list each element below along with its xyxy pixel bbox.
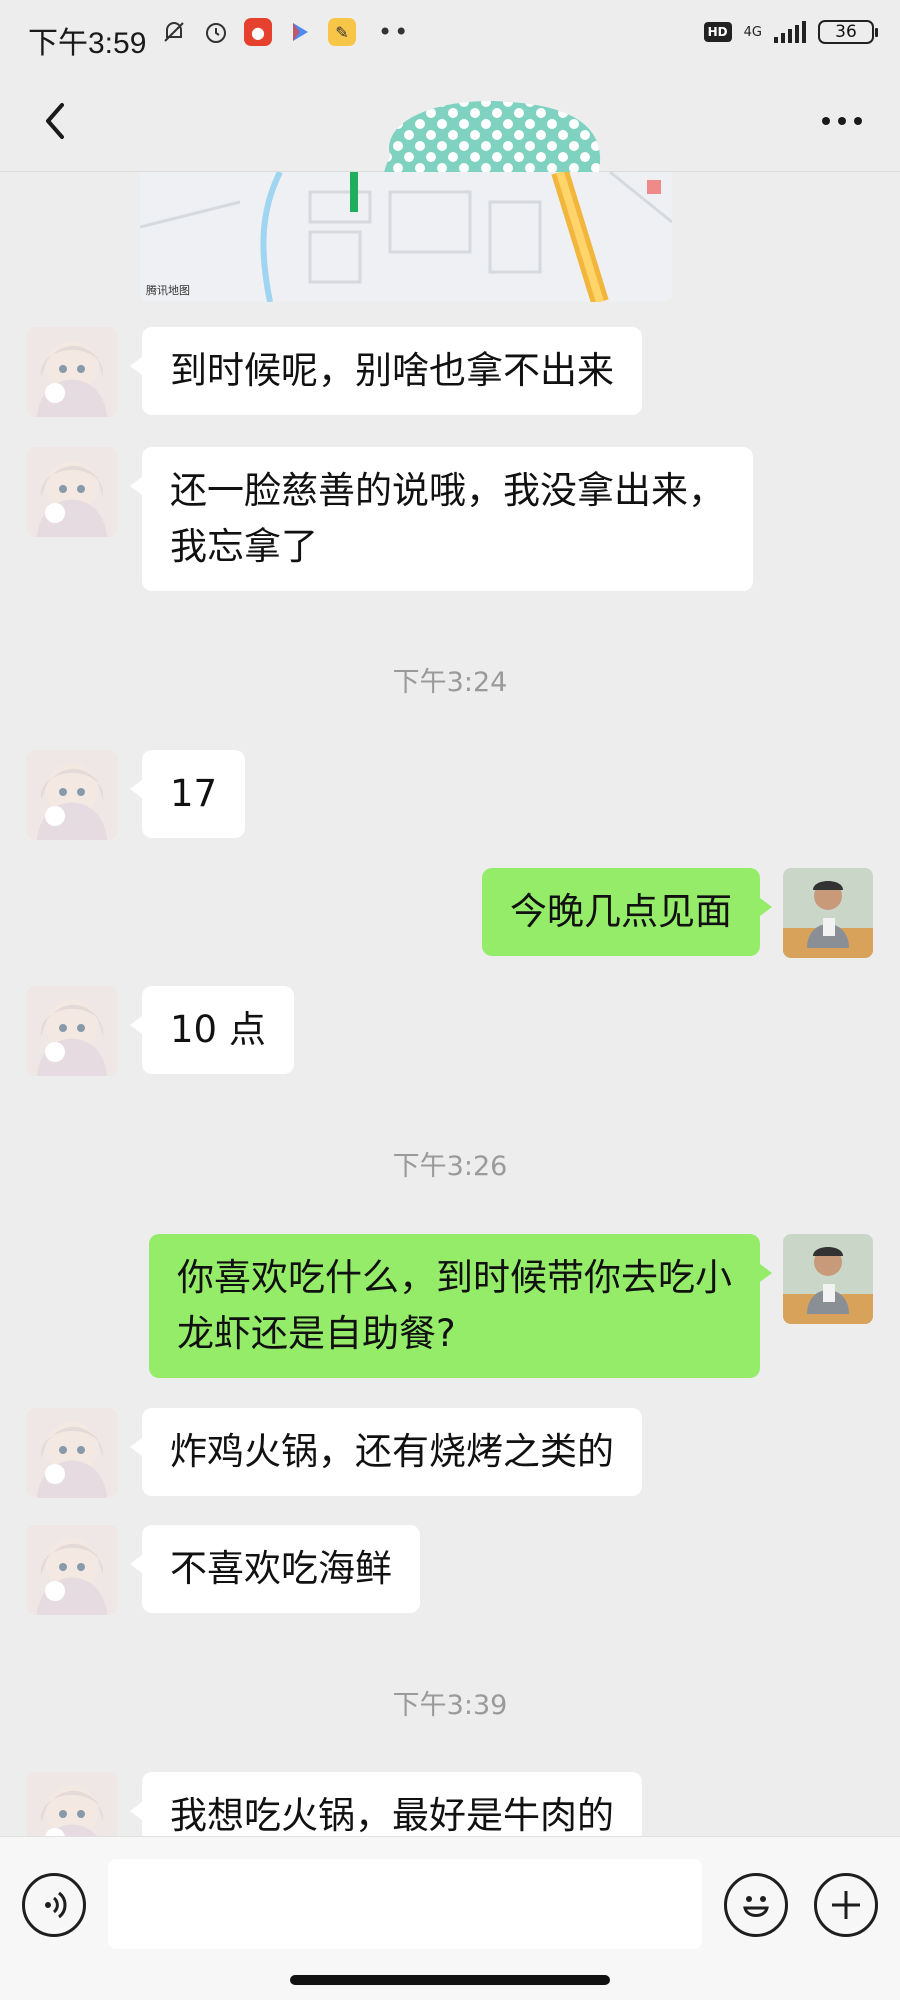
message-line: 龙虾还是自助餐?	[177, 1312, 456, 1355]
incoming-message[interactable]: 我想吃火锅，最好是牛肉的	[130, 1772, 642, 1836]
contact-avatar[interactable]	[27, 750, 117, 840]
more-notifications-icon: ••	[378, 18, 411, 46]
message-line: 还一脸慈善的说哦，我没拿出来，	[170, 469, 725, 512]
timestamp: 下午3:26	[392, 1151, 508, 1182]
app-notification-icon: ●	[244, 18, 272, 46]
message-input[interactable]	[108, 1859, 702, 1949]
contact-avatar[interactable]	[27, 1772, 117, 1836]
chat-header	[0, 76, 900, 243]
map-image	[140, 172, 672, 302]
message-line: 你喜欢吃什么，到时候带你去吃小	[177, 1256, 732, 1299]
back-button[interactable]	[30, 96, 80, 146]
timestamp: 下午3:24	[392, 667, 508, 698]
plus-icon	[832, 1891, 860, 1919]
contact-avatar[interactable]	[27, 447, 117, 537]
app-notification-icon-2: ✎	[328, 18, 356, 46]
outgoing-message[interactable]: 你喜欢吃什么，到时候带你去吃小 龙虾还是自助餐?	[149, 1234, 772, 1378]
message-row: 我想吃火锅，最好是牛肉的	[0, 1772, 900, 1836]
battery-level: 36	[835, 22, 857, 42]
map-caption: 腾讯地图	[146, 284, 190, 297]
alarm-icon	[202, 18, 230, 46]
message-list[interactable]: 腾讯地图 到时候呢，别啥也拿不出来 还一脸慈善的说哦，我没拿出来， 我忘拿了 下…	[0, 172, 900, 1836]
contact-avatar[interactable]	[27, 986, 117, 1076]
my-avatar[interactable]	[783, 868, 873, 958]
more-options-button[interactable]	[812, 96, 872, 146]
emoji-button[interactable]	[724, 1873, 788, 1937]
status-time: 下午3:59	[28, 27, 147, 60]
voice-button[interactable]	[22, 1873, 86, 1937]
signal-icon	[774, 21, 806, 43]
status-system-icons: HD 4G 36	[703, 20, 878, 44]
message-row: 今晚几点见面	[0, 868, 900, 960]
home-indicator[interactable]	[290, 1975, 610, 1985]
emoji-icon	[743, 1896, 769, 1917]
incoming-message[interactable]: 10 点	[130, 986, 294, 1074]
incoming-message[interactable]: 还一脸慈善的说哦，我没拿出来， 我忘拿了	[130, 447, 753, 591]
message-row: 10 点	[0, 986, 900, 1078]
mute-bell-icon	[160, 18, 188, 46]
incoming-message[interactable]: 不喜欢吃海鲜	[130, 1525, 420, 1613]
message-row: 到时候呢，别啥也拿不出来	[0, 327, 900, 419]
incoming-message[interactable]: 17	[129, 750, 246, 838]
message-line: 我忘拿了	[170, 525, 318, 568]
incoming-message[interactable]: 到时候呢，别啥也拿不出来	[130, 327, 642, 415]
network-type: 4G	[743, 24, 762, 40]
voice-icon	[45, 1891, 67, 1919]
message-row: 17	[0, 750, 900, 842]
hd-badge: HD	[703, 22, 732, 42]
my-avatar[interactable]	[783, 1234, 873, 1324]
message-row: 你喜欢吃什么，到时候带你去吃小 龙虾还是自助餐?	[0, 1234, 900, 1382]
message-row: 炸鸡火锅，还有烧烤之类的	[0, 1408, 900, 1500]
contact-avatar[interactable]	[27, 1408, 117, 1498]
message-row: 不喜欢吃海鲜	[0, 1525, 900, 1617]
incoming-message[interactable]: 炸鸡火锅，还有烧烤之类的	[130, 1408, 642, 1496]
message-row: 还一脸慈善的说哦，我没拿出来， 我忘拿了	[0, 447, 900, 595]
status-bar: 下午3:59 ● ✎ •• HD 4G 36	[0, 0, 900, 76]
status-notification-icons: ● ✎ ••	[160, 18, 410, 46]
chevron-left-icon	[46, 103, 64, 139]
battery-icon: 36	[818, 20, 878, 44]
contact-avatar[interactable]	[27, 1525, 117, 1615]
ellipsis-icon	[822, 117, 862, 125]
play-store-icon	[286, 18, 314, 46]
outgoing-message[interactable]: 今晚几点见面	[482, 868, 772, 956]
more-functions-button[interactable]	[814, 1873, 878, 1937]
timestamp: 下午3:39	[392, 1690, 508, 1721]
location-map-card[interactable]: 腾讯地图	[140, 172, 672, 302]
contact-avatar[interactable]	[27, 327, 117, 417]
